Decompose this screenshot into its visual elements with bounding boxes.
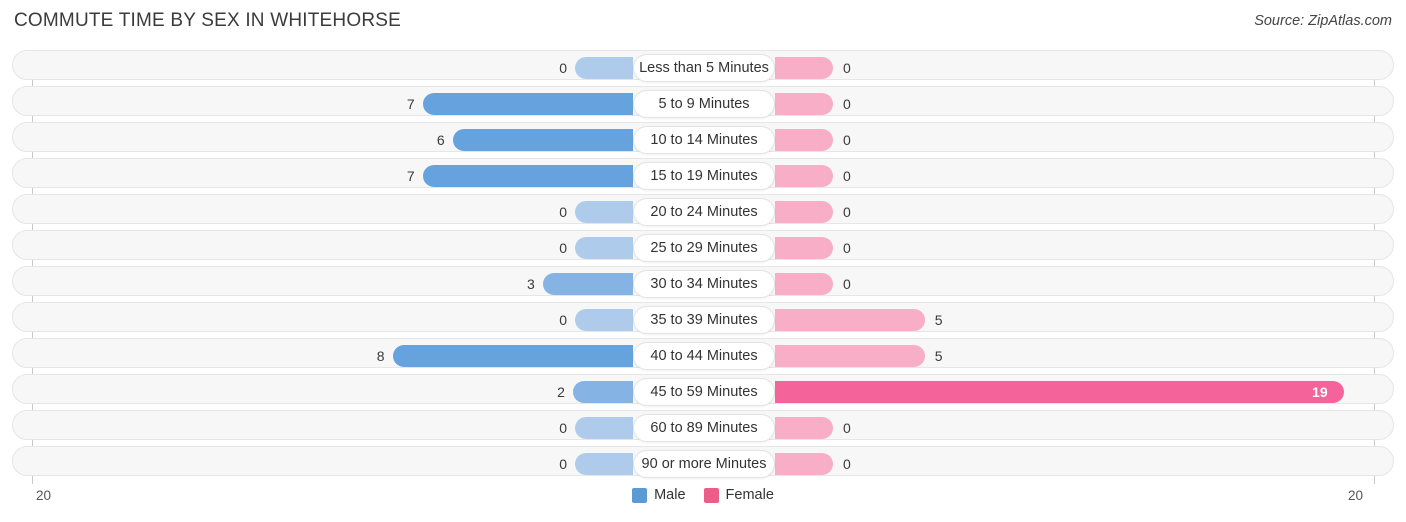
category-label-pill: Less than 5 Minutes xyxy=(633,54,775,82)
chart-row: 7 0 5 to 9 Minutes xyxy=(0,86,1406,122)
category-label-pill: 5 to 9 Minutes xyxy=(633,90,775,118)
chart-row: 6 0 10 to 14 Minutes xyxy=(0,122,1406,158)
value-label-female: 0 xyxy=(843,420,851,436)
category-label-pill: 90 or more Minutes xyxy=(633,450,775,478)
value-label-female: 0 xyxy=(843,204,851,220)
bar-female[interactable] xyxy=(775,345,925,367)
chart-row: 0 5 35 to 39 Minutes xyxy=(0,302,1406,338)
category-label-pill: 40 to 44 Minutes xyxy=(633,342,775,370)
bar-female[interactable] xyxy=(775,93,833,115)
legend-label-male: Male xyxy=(654,487,686,503)
bar-male[interactable] xyxy=(575,237,633,259)
category-label-pill: 20 to 24 Minutes xyxy=(633,198,775,226)
bar-male[interactable] xyxy=(575,309,633,331)
chart-row: 0 0 25 to 29 Minutes xyxy=(0,230,1406,266)
chart-row: 0 0 20 to 24 Minutes xyxy=(0,194,1406,230)
legend-label-female: Female xyxy=(725,487,774,503)
bar-female[interactable] xyxy=(775,273,833,295)
category-label-pill: 60 to 89 Minutes xyxy=(633,414,775,442)
page-title: COMMUTE TIME BY SEX IN WHITEHORSE xyxy=(14,10,401,31)
category-label-pill: 45 to 59 Minutes xyxy=(633,378,775,406)
category-label-pill: 30 to 34 Minutes xyxy=(633,270,775,298)
bar-female[interactable] xyxy=(775,129,833,151)
bar-female[interactable] xyxy=(775,453,833,475)
value-label-male: 0 xyxy=(559,240,567,256)
chart-row: 0 0 90 or more Minutes xyxy=(0,446,1406,482)
value-label-male: 0 xyxy=(559,60,567,76)
value-label-female: 5 xyxy=(934,312,943,328)
value-label-female: 19 xyxy=(1312,384,1328,400)
bar-female[interactable] xyxy=(775,201,833,223)
bar-male[interactable] xyxy=(575,57,633,79)
value-label-male: 0 xyxy=(559,204,567,220)
bar-male[interactable] xyxy=(575,453,633,475)
value-label-male: 7 xyxy=(406,168,415,184)
bar-male[interactable] xyxy=(392,345,633,367)
chart-row: 7 0 15 to 19 Minutes xyxy=(0,158,1406,194)
diverging-bar-chart: 0 0 Less than 5 Minutes 7 0 5 to 9 Minutes 6 0 1… xyxy=(0,50,1406,486)
bar-female[interactable] xyxy=(775,381,1345,403)
value-label-female: 5 xyxy=(934,348,943,364)
legend-item-female[interactable]: Female xyxy=(703,487,774,503)
bar-male[interactable] xyxy=(422,165,633,187)
category-label-pill: 25 to 29 Minutes xyxy=(633,234,775,262)
chart-legend: Male Female xyxy=(0,487,1406,503)
value-label-female: 0 xyxy=(843,60,851,76)
bar-male[interactable] xyxy=(575,201,633,223)
bar-female[interactable] xyxy=(775,165,833,187)
value-label-male: 0 xyxy=(559,456,567,472)
chart-row: 2 19 45 to 59 Minutes xyxy=(0,374,1406,410)
chart-row: 0 0 60 to 89 Minutes xyxy=(0,410,1406,446)
value-label-female: 0 xyxy=(843,96,851,112)
bar-female[interactable] xyxy=(775,309,925,331)
value-label-male: 8 xyxy=(376,348,385,364)
legend-swatch-male-icon xyxy=(632,487,648,503)
value-label-female: 0 xyxy=(843,132,851,148)
bar-male[interactable] xyxy=(572,381,633,403)
chart-row: 0 0 Less than 5 Minutes xyxy=(0,50,1406,86)
value-label-male: 3 xyxy=(527,276,535,292)
value-label-female: 0 xyxy=(843,240,851,256)
category-label-pill: 35 to 39 Minutes xyxy=(633,306,775,334)
value-label-female: 0 xyxy=(843,168,851,184)
value-label-male: 7 xyxy=(406,96,415,112)
category-label-pill: 10 to 14 Minutes xyxy=(633,126,775,154)
value-label-male: 0 xyxy=(559,420,567,436)
bar-male[interactable] xyxy=(542,273,633,295)
value-label-male: 6 xyxy=(436,132,445,148)
bar-female[interactable] xyxy=(775,237,833,259)
bar-male[interactable] xyxy=(575,417,633,439)
bar-male[interactable] xyxy=(422,93,633,115)
source-attribution: Source: ZipAtlas.com xyxy=(1254,13,1392,29)
category-label-pill: 15 to 19 Minutes xyxy=(633,162,775,190)
chart-row: 8 5 40 to 44 Minutes xyxy=(0,338,1406,374)
value-label-female: 0 xyxy=(843,456,851,472)
bar-female[interactable] xyxy=(775,417,833,439)
chart-row: 3 0 30 to 34 Minutes xyxy=(0,266,1406,302)
value-label-male: 0 xyxy=(559,312,567,328)
bar-female[interactable] xyxy=(775,57,833,79)
value-label-female: 0 xyxy=(843,276,851,292)
legend-item-male[interactable]: Male xyxy=(632,487,686,503)
value-label-male: 2 xyxy=(557,384,565,400)
legend-swatch-female-icon xyxy=(703,487,719,503)
bar-male[interactable] xyxy=(452,129,633,151)
